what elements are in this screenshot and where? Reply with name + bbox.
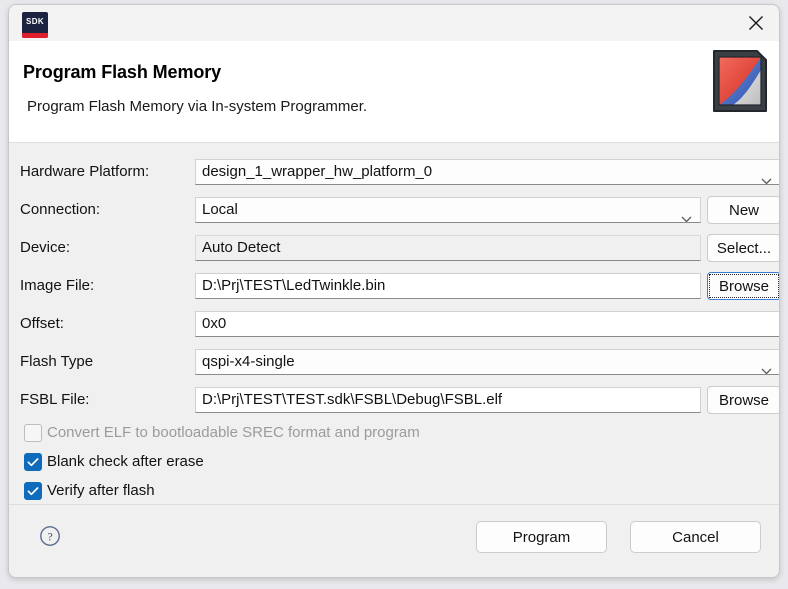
program-flash-memory-dialog: SDK Program Flash Memory Program Flash M…	[8, 4, 780, 578]
fsbl-file-input[interactable]: D:\Prj\TEST\TEST.sdk\FSBL\Debug\FSBL.elf	[195, 387, 701, 413]
flash-type-combo[interactable]: qspi-x4-single	[195, 349, 779, 375]
checkbox-verify-after-flash-label: Verify after flash	[47, 482, 155, 499]
browse-fsbl-file-button-label: Browse	[718, 391, 770, 409]
browse-image-file-button-label: Browse	[718, 277, 770, 295]
connection-combo[interactable]: Local	[195, 197, 701, 223]
title-bar: SDK	[9, 5, 779, 41]
hardware-platform-combo[interactable]: design_1_wrapper_hw_platform_0	[195, 159, 779, 185]
checkbox-blank-check-after-erase[interactable]: Blank check after erase	[9, 450, 779, 476]
program-button[interactable]: Program	[476, 521, 607, 553]
row-fsbl-file: FSBL File: D:\Prj\TEST\TEST.sdk\FSBL\Deb…	[9, 383, 779, 417]
row-offset: Offset: 0x0	[9, 307, 779, 341]
chevron-down-icon	[761, 169, 772, 184]
device-field: Auto Detect	[195, 235, 701, 261]
browse-image-file-button[interactable]: Browse	[707, 272, 779, 300]
chevron-down-icon	[761, 359, 772, 374]
checkbox-convert-elf-srec-box[interactable]	[24, 424, 42, 442]
flash-type-value: qspi-x4-single	[202, 353, 295, 370]
fsbl-file-value: D:\Prj\TEST\TEST.sdk\FSBL\Debug\FSBL.elf	[202, 391, 503, 408]
close-icon	[748, 15, 764, 31]
row-device: Device: Auto Detect Select...	[9, 231, 779, 265]
page-title: Program Flash Memory	[23, 62, 222, 82]
hardware-platform-value: design_1_wrapper_hw_platform_0	[202, 163, 433, 180]
connection-value: Local	[202, 201, 238, 218]
image-file-value: D:\Prj\TEST\LedTwinkle.bin	[202, 277, 386, 294]
checkbox-convert-elf-srec[interactable]: Convert ELF to bootloadable SREC format …	[9, 421, 779, 447]
select-device-button[interactable]: Select...	[707, 234, 779, 262]
new-connection-button-label: New	[728, 201, 759, 219]
label-image-file: Image File:	[20, 277, 95, 294]
label-device: Device:	[20, 239, 71, 256]
offset-input[interactable]: 0x0	[195, 311, 779, 337]
checkbox-blank-check-after-erase-label: Blank check after erase	[47, 453, 204, 470]
new-connection-button[interactable]: New	[707, 196, 779, 224]
row-hardware-platform: Hardware Platform: design_1_wrapper_hw_p…	[9, 155, 779, 189]
row-connection: Connection: Local New	[9, 193, 779, 227]
checkbox-verify-after-flash-box[interactable]	[24, 482, 42, 500]
dialog-body: Hardware Platform: design_1_wrapper_hw_p…	[9, 143, 779, 577]
checkbox-verify-after-flash[interactable]: Verify after flash	[9, 479, 779, 505]
svg-text:?: ?	[47, 529, 52, 543]
program-button-label: Program	[512, 528, 571, 546]
checkbox-blank-check-after-erase-box[interactable]	[24, 453, 42, 471]
sdk-icon-label: SDK	[25, 17, 45, 26]
label-fsbl-file: FSBL File:	[20, 391, 90, 408]
row-image-file: Image File: D:\Prj\TEST\LedTwinkle.bin B…	[9, 269, 779, 303]
image-file-input[interactable]: D:\Prj\TEST\LedTwinkle.bin	[195, 273, 701, 299]
cancel-button[interactable]: Cancel	[630, 521, 761, 553]
close-button[interactable]	[733, 5, 779, 41]
dialog-header: Program Flash Memory Program Flash Memor…	[9, 41, 779, 142]
label-connection: Connection:	[20, 201, 101, 218]
cancel-button-label: Cancel	[672, 528, 719, 546]
offset-value: 0x0	[202, 315, 227, 332]
page-description: Program Flash Memory via In-system Progr…	[27, 98, 368, 115]
label-flash-type: Flash Type	[20, 353, 94, 370]
sdk-app-icon: SDK	[22, 12, 48, 38]
row-flash-type: Flash Type qspi-x4-single	[9, 345, 779, 379]
browse-fsbl-file-button[interactable]: Browse	[707, 386, 779, 414]
footer-separator	[9, 504, 779, 505]
chevron-down-icon	[681, 207, 692, 222]
device-value: Auto Detect	[202, 239, 281, 256]
help-question-icon[interactable]: ?	[39, 525, 61, 547]
label-offset: Offset:	[20, 315, 64, 332]
checkbox-convert-elf-srec-label: Convert ELF to bootloadable SREC format …	[47, 424, 420, 441]
select-device-button-label: Select...	[716, 239, 772, 257]
xilinx-sdk-card-logo-icon	[711, 48, 770, 114]
sdk-icon-red-bar	[22, 33, 48, 38]
label-hardware-platform: Hardware Platform:	[20, 163, 150, 180]
